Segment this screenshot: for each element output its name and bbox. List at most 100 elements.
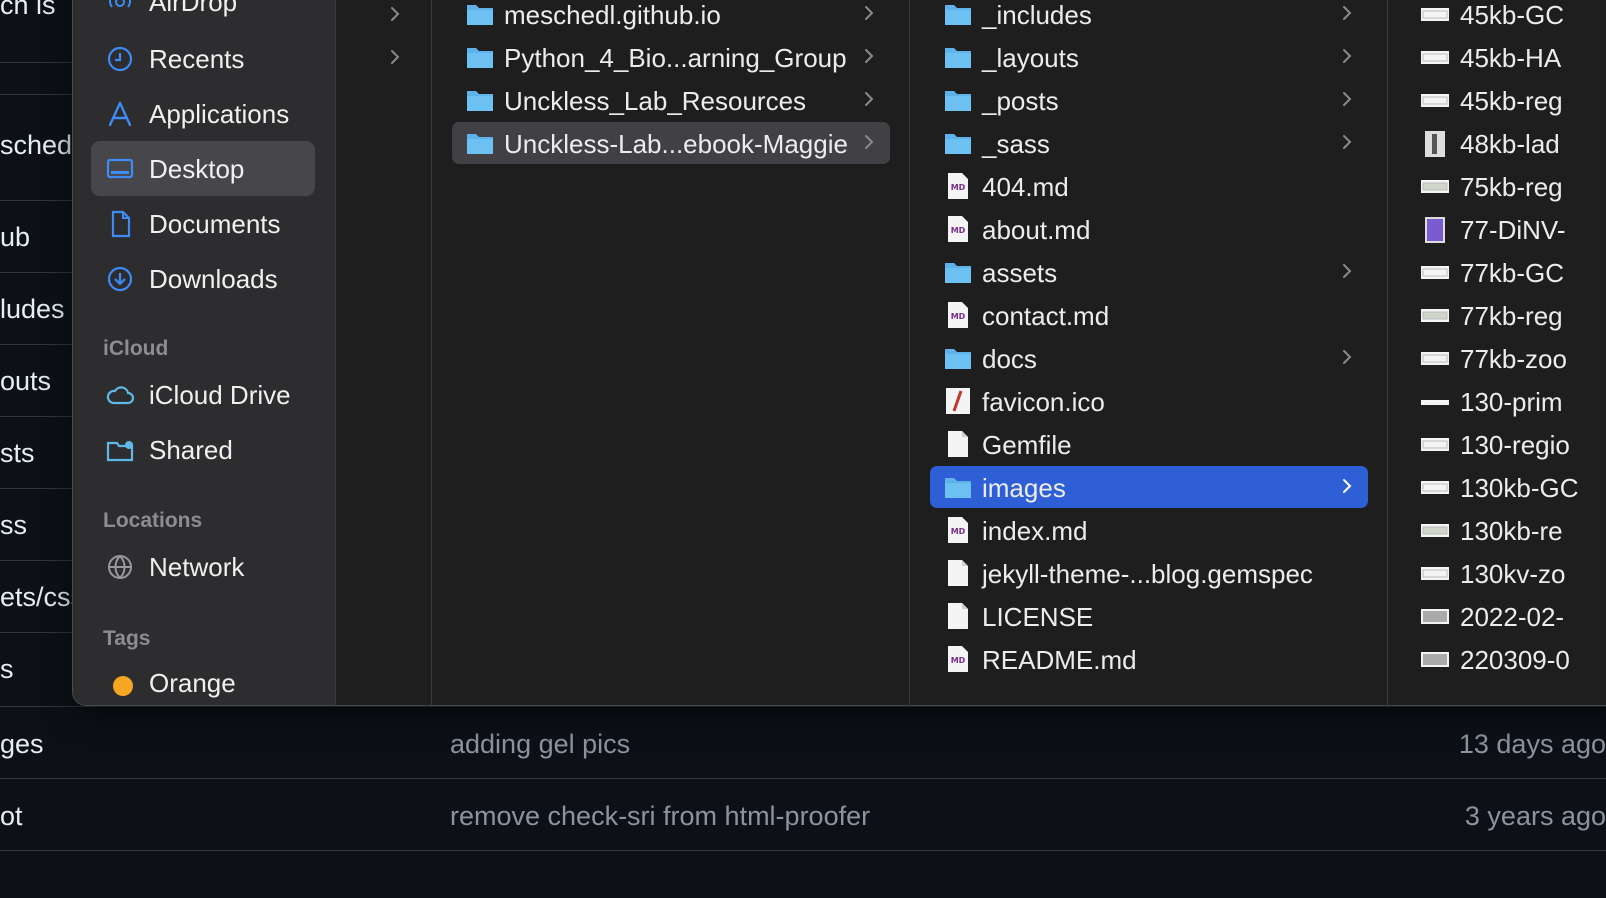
- image-file-item[interactable]: 130kb-GC: [1388, 466, 1606, 508]
- image-thumbnail-icon: [1420, 647, 1450, 673]
- file-name: docs: [982, 344, 1037, 374]
- image-file-item[interactable]: 130-prim: [1388, 380, 1606, 422]
- file-name: favicon.ico: [982, 387, 1105, 417]
- row-commit-age: 3 years ago: [1464, 801, 1606, 831]
- image-thumbnail-icon: [1420, 131, 1450, 157]
- image-file-item[interactable]: 77kb-zoo: [1388, 337, 1606, 379]
- sidebar-item-desktop[interactable]: Desktop: [91, 141, 315, 196]
- svg-text:MD: MD: [951, 527, 966, 536]
- sidebar-item-label: Applications: [149, 99, 290, 129]
- image-file-item[interactable]: 77kb-reg: [1388, 294, 1606, 336]
- file-item[interactable]: LICENSE: [930, 595, 1368, 637]
- sidebar-item-network[interactable]: Network: [91, 539, 315, 594]
- image-file-item[interactable]: 77-DiNV-: [1388, 208, 1606, 250]
- sidebar-tag-orange[interactable]: Orange: [91, 655, 315, 705]
- image-thumbnail-icon: [1420, 88, 1450, 114]
- file-item[interactable]: MD contact.md: [930, 294, 1368, 336]
- tags-heading: Tags: [103, 627, 151, 650]
- image-file-item[interactable]: 45kb-GC: [1388, 0, 1606, 35]
- chevron-right-icon: [1338, 260, 1356, 282]
- sidebar-item-label: Network: [149, 552, 245, 582]
- column-2[interactable]: meschedl.github.io Python_4_Bio...arning_…: [431, 0, 910, 705]
- image-file-item[interactable]: 45kb-reg: [1388, 79, 1606, 121]
- globe-icon: [105, 552, 135, 582]
- file-name: 75kb-reg: [1460, 172, 1563, 202]
- sidebar-item-documents[interactable]: Documents: [91, 196, 315, 251]
- row-commit-message[interactable]: remove check-sri from html-proofer: [450, 801, 870, 832]
- row-file-name[interactable]: ges: [0, 729, 44, 760]
- tag-color-dot: [113, 676, 133, 696]
- row-file-name[interactable]: ot: [0, 801, 23, 832]
- image-file-item[interactable]: 77kb-GC: [1388, 251, 1606, 293]
- file-item[interactable]: MD index.md: [930, 509, 1368, 551]
- folder-item[interactable]: Python_4_Bio...arning_Group: [452, 36, 890, 78]
- folder-icon: [944, 345, 972, 371]
- image-file-item[interactable]: 48kb-lad: [1388, 122, 1606, 164]
- file-name: 77kb-reg: [1460, 301, 1563, 331]
- divider: [0, 632, 74, 633]
- file-item[interactable]: MD about.md: [930, 208, 1368, 250]
- folder-item[interactable]: _sass: [930, 122, 1368, 164]
- file-item[interactable]: Gemfile: [930, 423, 1368, 465]
- image-file-item[interactable]: 75kb-reg: [1388, 165, 1606, 207]
- image-file-item[interactable]: 2022-02-: [1388, 595, 1606, 637]
- document-icon: [944, 560, 972, 586]
- folder-item[interactable]: _posts: [930, 79, 1368, 121]
- image-file-item[interactable]: 220309-0: [1388, 638, 1606, 680]
- background-file-name: ch is: [0, 0, 56, 20]
- folder-item[interactable]: docs: [930, 337, 1368, 379]
- file-name: index.md: [982, 516, 1088, 546]
- image-file-item[interactable]: 45kb-HA: [1388, 36, 1606, 78]
- sidebar-item-label: Shared: [149, 435, 233, 465]
- sidebar-item-downloads[interactable]: Downloads: [91, 251, 315, 306]
- row-commit-age: 13 days ago: [1458, 729, 1606, 759]
- folder-item[interactable]: assets: [930, 251, 1368, 293]
- folder-icon: [466, 87, 494, 113]
- sidebar-item-recents[interactable]: Recents: [91, 31, 315, 86]
- desktop-icon: [105, 154, 135, 184]
- chevron-right-icon: [860, 45, 878, 67]
- chevron-right-icon: [860, 131, 878, 153]
- sidebar-item-label: AirDrop: [149, 0, 238, 17]
- commit-row[interactable]: ges adding gel pics 13 days ago: [0, 706, 1606, 779]
- file-name: contact.md: [982, 301, 1110, 331]
- markdown-file-icon: MD: [944, 216, 972, 242]
- folder-item[interactable]: Unckless_Lab_Resources: [452, 79, 890, 121]
- icon-file-icon: [944, 388, 972, 414]
- image-file-item[interactable]: 130-regio: [1388, 423, 1606, 465]
- background-file-name: sts: [0, 438, 35, 468]
- file-name: jekyll-theme-...blog.gemspec: [982, 559, 1313, 589]
- image-thumbnail-icon: [1420, 389, 1450, 415]
- image-file-item[interactable]: 130kb-re: [1388, 509, 1606, 551]
- file-item[interactable]: MD README.md: [930, 638, 1368, 680]
- commit-row[interactable]: ot remove check-sri from html-proofer 3 ye…: [0, 778, 1606, 851]
- background-file-name: ets/css: [0, 582, 74, 612]
- folder-icon: [944, 44, 972, 70]
- file-name: Unckless_Lab_Resources: [504, 86, 807, 116]
- file-item[interactable]: jekyll-theme-...blog.gemspec: [930, 552, 1368, 594]
- document-icon: [944, 603, 972, 629]
- folder-item[interactable]: _includes: [930, 0, 1368, 35]
- column-1[interactable]: [335, 0, 432, 705]
- image-file-item[interactable]: 130kv-zo: [1388, 552, 1606, 594]
- folder-item[interactable]: meschedl.github.io: [452, 0, 890, 35]
- sidebar-item-icloud-drive[interactable]: iCloud Drive: [91, 367, 315, 422]
- column-4[interactable]: 45kb-GC 45kb-HA 45kb-reg 48kb-lad 75kb-reg 77…: [1387, 0, 1606, 705]
- background-file-name: outs: [0, 366, 52, 396]
- sidebar-item-applications[interactable]: Applications: [91, 86, 315, 141]
- column-3[interactable]: _includes _layouts _posts _sass MD 404.md MD ab…: [909, 0, 1388, 705]
- folder-item[interactable]: _layouts: [930, 36, 1368, 78]
- file-name: 45kb-reg: [1460, 86, 1563, 116]
- divider: [0, 272, 74, 273]
- sidebar-item-airdrop[interactable]: AirDrop: [91, 0, 315, 29]
- row-commit-message[interactable]: adding gel pics: [450, 729, 630, 760]
- file-item[interactable]: favicon.ico: [930, 380, 1368, 422]
- sidebar-item-shared[interactable]: Shared: [91, 422, 315, 477]
- download-icon: [105, 264, 135, 294]
- folder-item[interactable]: Unckless-Lab...ebook-Maggie: [452, 122, 890, 164]
- airdrop-icon: [105, 0, 135, 17]
- folder-item[interactable]: images: [930, 466, 1368, 508]
- file-item[interactable]: MD 404.md: [930, 165, 1368, 207]
- chevron-right-icon: [1338, 346, 1356, 368]
- file-name: 130kv-zo: [1460, 559, 1566, 589]
